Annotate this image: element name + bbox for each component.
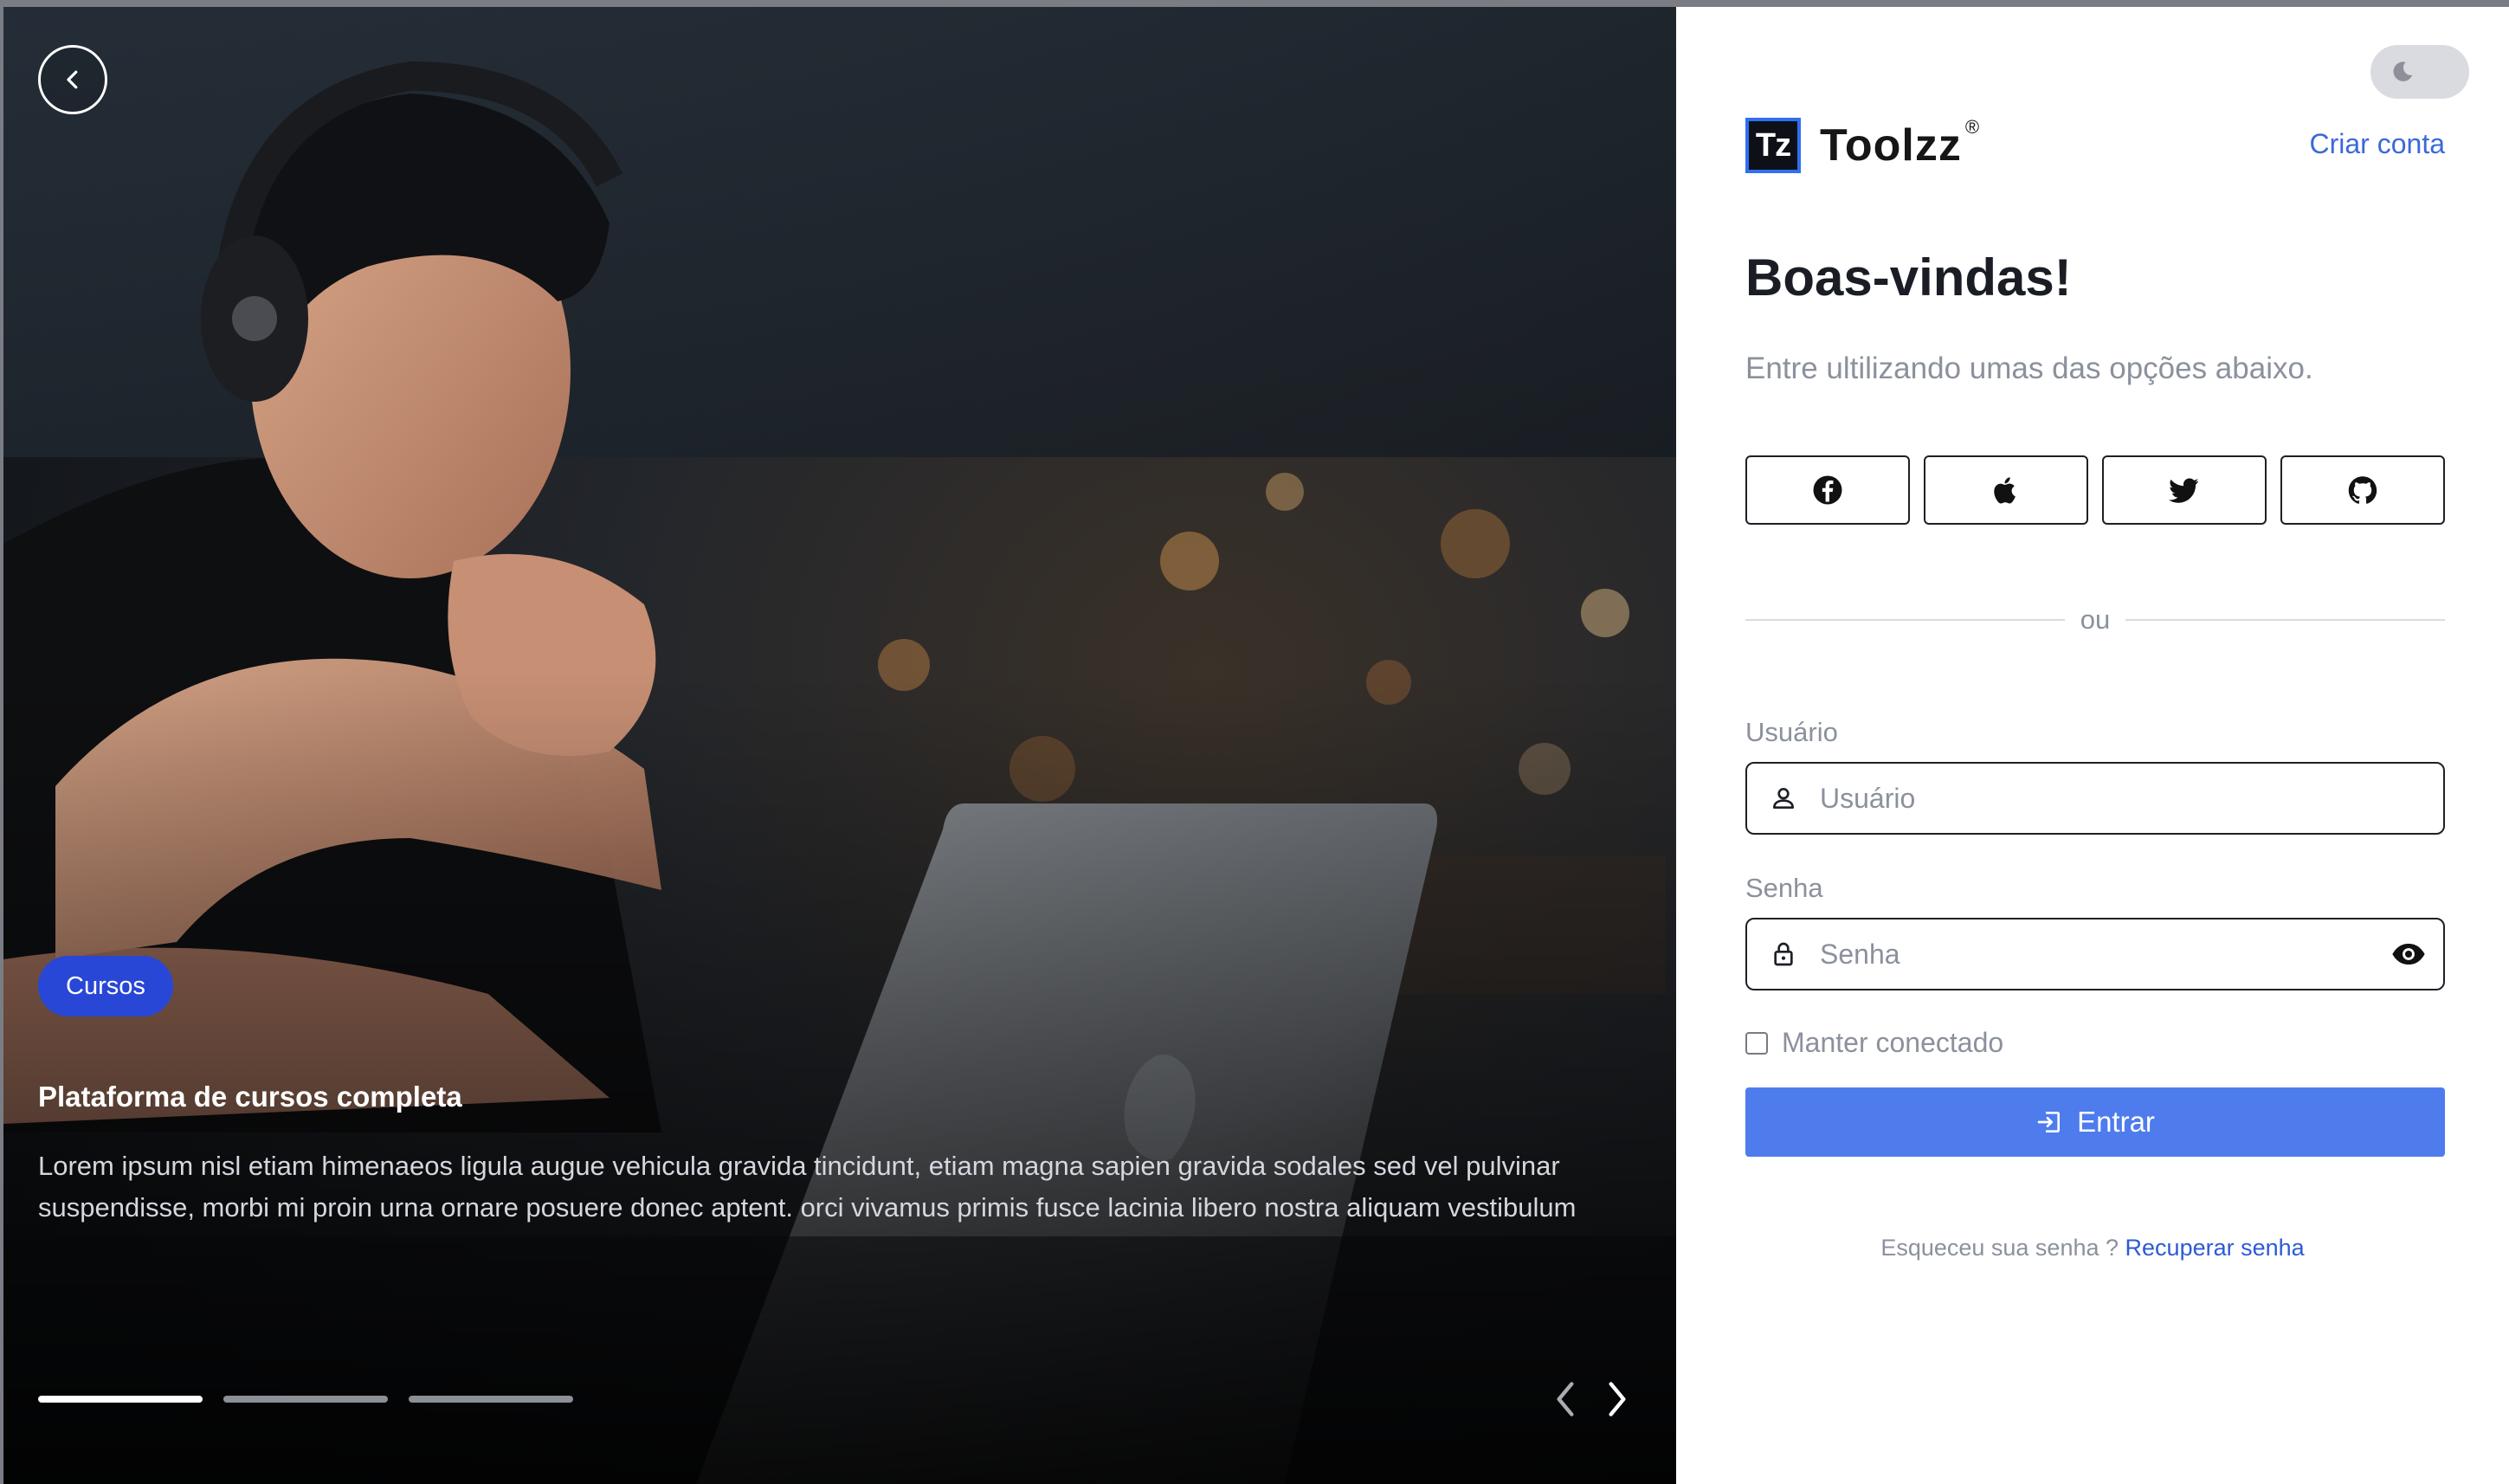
category-badge: Cursos bbox=[38, 956, 173, 1016]
divider-line bbox=[2125, 619, 2446, 621]
twitter-login-button[interactable] bbox=[2102, 455, 2267, 525]
remember-me-checkbox[interactable] bbox=[1745, 1031, 1768, 1055]
moon-icon bbox=[2393, 61, 2413, 81]
eye-icon bbox=[2392, 944, 2425, 965]
brand-logo: Tz Toolzz ® bbox=[1745, 116, 1981, 173]
welcome-subtitle: Entre ultilizando umas das opções abaixo… bbox=[1745, 352, 2313, 385]
username-label: Usuário bbox=[1745, 717, 1838, 747]
user-icon bbox=[1773, 788, 1794, 809]
brand-mark: Tz bbox=[1745, 118, 1801, 173]
password-label: Senha bbox=[1745, 873, 1823, 903]
chevron-right-icon bbox=[1609, 1382, 1626, 1416]
login-icon bbox=[2037, 1112, 2061, 1132]
github-icon bbox=[2348, 476, 2377, 504]
carousel-next-button[interactable] bbox=[1602, 1380, 1633, 1418]
show-password-button[interactable] bbox=[2374, 942, 2443, 966]
apple-icon bbox=[1994, 477, 2016, 504]
facebook-login-button[interactable] bbox=[1745, 455, 1910, 525]
remember-me: Manter conectado bbox=[1745, 1027, 2003, 1059]
login-panel: Tz Toolzz ® Criar conta Boas-vindas! Entr… bbox=[1676, 7, 2509, 1484]
back-button[interactable] bbox=[38, 45, 107, 114]
carousel-indicator-3[interactable] bbox=[409, 1396, 573, 1403]
hero-description: Lorem ipsum nisl etiam himenaeos ligula … bbox=[38, 1151, 1577, 1223]
twitter-icon bbox=[2169, 478, 2199, 503]
login-page: Cursos Plataforma de cursos completa Lor… bbox=[3, 7, 2509, 1484]
facebook-icon bbox=[1813, 475, 1842, 505]
create-account-link[interactable]: Criar conta bbox=[2310, 128, 2446, 160]
username-field bbox=[1745, 762, 2445, 835]
registered-mark: ® bbox=[1964, 116, 1981, 138]
hero-title: Plataforma de cursos completa bbox=[38, 1081, 462, 1113]
hero-gradient-overlay bbox=[3, 7, 1676, 1484]
password-input[interactable] bbox=[1820, 938, 2374, 971]
carousel-indicator-1[interactable] bbox=[38, 1396, 203, 1403]
hero-carousel: Cursos Plataforma de cursos completa Lor… bbox=[3, 7, 1676, 1484]
divider-label: ou bbox=[2080, 604, 2111, 635]
carousel-indicator-2[interactable] bbox=[223, 1396, 388, 1403]
brand-name: Toolzz bbox=[1820, 120, 1962, 171]
carousel-arrows bbox=[1550, 1380, 1633, 1418]
remember-me-label: Manter conectado bbox=[1782, 1027, 2004, 1058]
carousel-indicators bbox=[38, 1396, 573, 1403]
username-input[interactable] bbox=[1820, 782, 2443, 815]
social-login-buttons bbox=[1745, 455, 2445, 525]
recover-password-link[interactable]: Recuperar senha bbox=[2125, 1235, 2305, 1261]
github-login-button[interactable] bbox=[2280, 455, 2445, 525]
or-divider: ou bbox=[1745, 601, 2446, 639]
login-button-label: Entrar bbox=[2077, 1106, 2155, 1138]
chevron-left-icon bbox=[1557, 1382, 1574, 1416]
login-button[interactable]: Entrar bbox=[1745, 1087, 2445, 1157]
carousel-prev-button[interactable] bbox=[1550, 1380, 1581, 1418]
theme-toggle[interactable] bbox=[2370, 45, 2469, 99]
lock-icon bbox=[1774, 942, 1793, 966]
welcome-title: Boas-vindas! bbox=[1745, 248, 2072, 306]
forgot-password-text: Esqueceu sua senha ? bbox=[1880, 1235, 2119, 1261]
divider-line bbox=[1745, 619, 2065, 621]
apple-login-button[interactable] bbox=[1924, 455, 2088, 525]
forgot-password: Esqueceu sua senha ? Recuperar senha bbox=[1676, 1235, 2509, 1261]
password-field bbox=[1745, 918, 2445, 990]
chevron-left-icon bbox=[67, 70, 78, 89]
